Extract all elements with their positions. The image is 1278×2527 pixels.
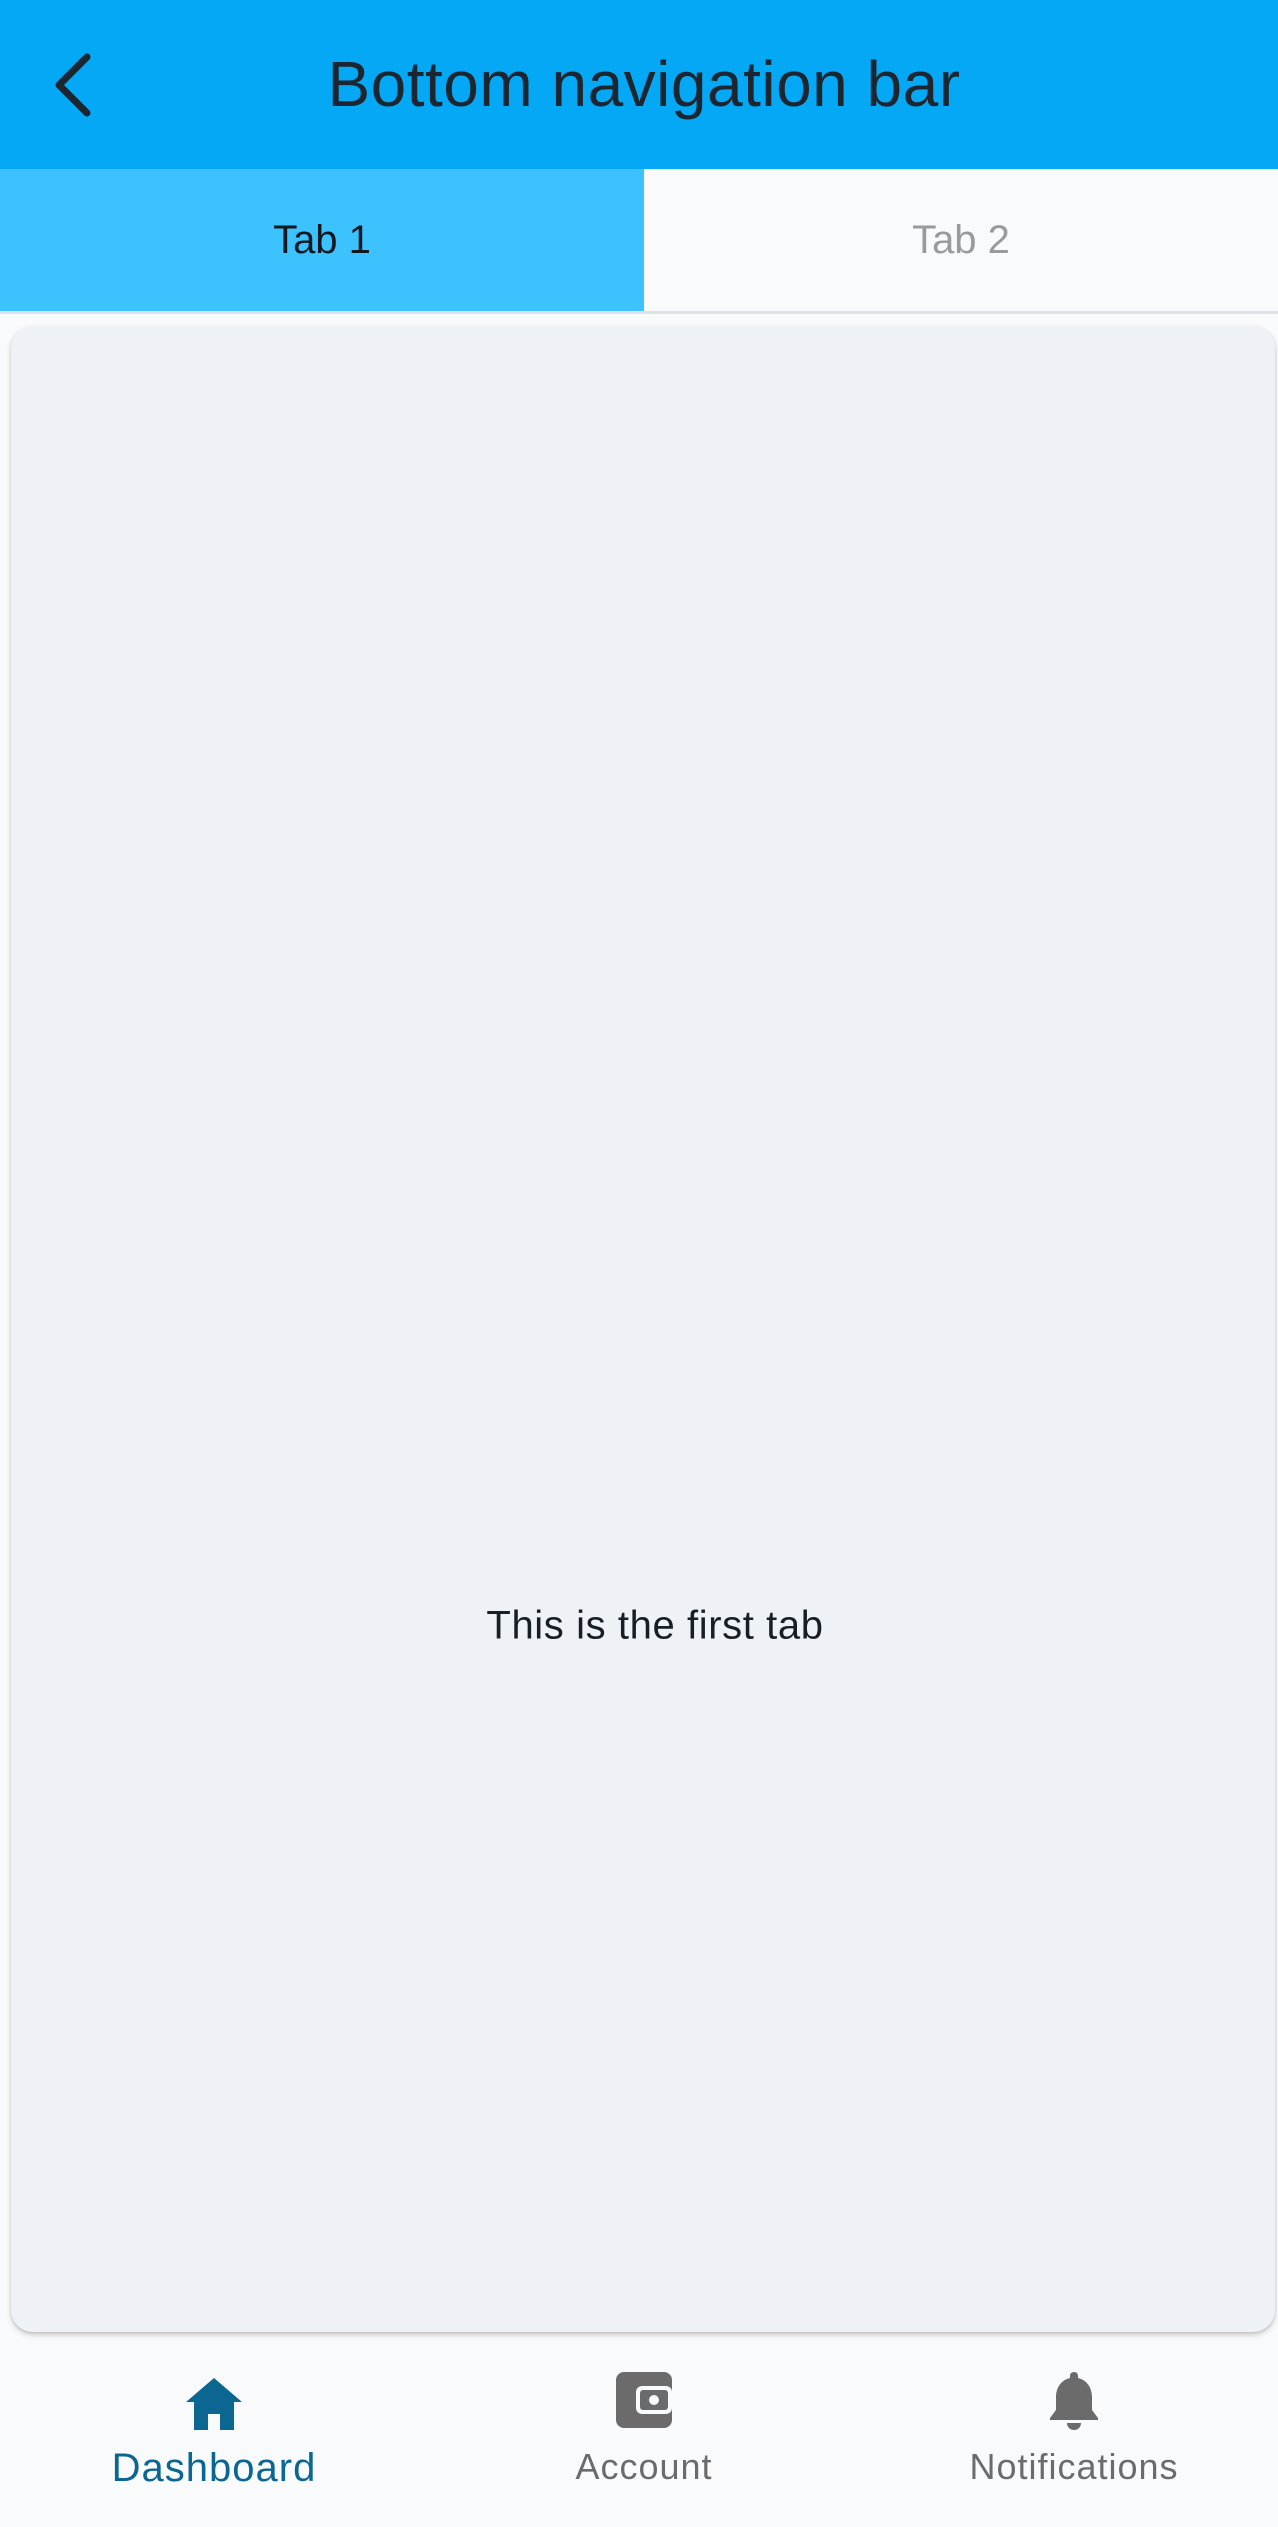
nav-label-dashboard: Dashboard: [111, 2446, 317, 2490]
bottom-navigation-bar: Dashboard Account Notifications: [0, 2342, 1278, 2527]
nav-item-notifications[interactable]: Notifications: [924, 2342, 1224, 2527]
back-button[interactable]: [28, 40, 118, 130]
tab-bar: Tab 1 Tab 2: [0, 169, 1278, 314]
chevron-left-icon: [55, 53, 91, 117]
tab-content-text: This is the first tab: [486, 1603, 824, 1648]
nav-label-account: Account: [575, 2446, 713, 2487]
app-bar: Bottom navigation bar: [0, 0, 1278, 169]
nav-item-account[interactable]: Account: [494, 2342, 794, 2527]
nav-label-notifications: Notifications: [969, 2446, 1179, 2487]
tab-2[interactable]: Tab 2: [644, 169, 1278, 311]
tab-content-card: This is the first tab: [11, 326, 1275, 2332]
wallet-icon: [616, 2372, 672, 2428]
home-icon: [186, 2378, 242, 2430]
tab-1[interactable]: Tab 1: [0, 169, 644, 311]
page-title: Bottom navigation bar: [327, 48, 961, 120]
nav-item-dashboard[interactable]: Dashboard: [64, 2342, 364, 2527]
bell-icon: [1050, 2372, 1098, 2430]
app-screen: Bottom navigation bar Tab 1 Tab 2 This i…: [0, 0, 1278, 2527]
